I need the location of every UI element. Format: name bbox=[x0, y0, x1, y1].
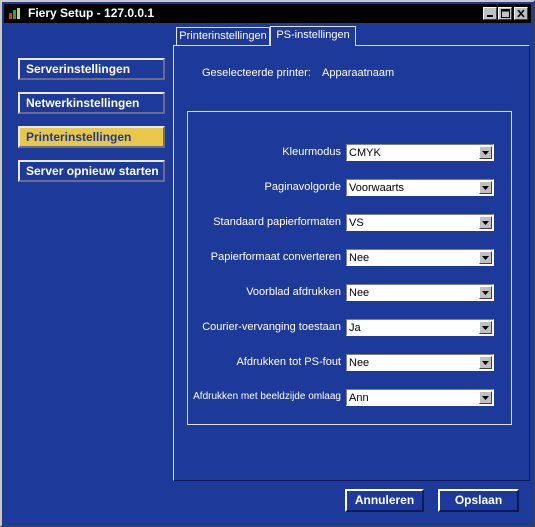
dropdown-arrow-icon[interactable] bbox=[479, 251, 492, 264]
afdrukken-tot-ps-fout-label: Afdrukken tot PS-fout bbox=[236, 356, 341, 368]
standaard-papierformaten-value: VS bbox=[349, 217, 364, 229]
fiery-logo-icon bbox=[9, 8, 20, 19]
fiery-setup-window: Fiery Setup - 127.0.0.1 Serverinstelling… bbox=[0, 0, 535, 527]
selected-printer-label: Geselecteerde printer: bbox=[202, 67, 311, 79]
window-title: Fiery Setup - 127.0.0.1 bbox=[28, 6, 155, 20]
dropdown-arrow-icon[interactable] bbox=[479, 181, 492, 194]
minimize-icon bbox=[487, 15, 493, 17]
kleurmodus-value: CMYK bbox=[349, 147, 381, 159]
maximize-button[interactable] bbox=[498, 7, 512, 20]
close-icon bbox=[517, 9, 525, 18]
papierformaat-converteren-value: Nee bbox=[349, 252, 370, 264]
courier-vervanging-value: Ja bbox=[349, 322, 361, 334]
cancel-button[interactable]: Annuleren bbox=[345, 489, 424, 512]
afdrukken-tot-ps-fout-value: Nee bbox=[349, 357, 370, 369]
paginavolgorde-label: Paginavolgorde bbox=[264, 181, 341, 193]
standaard-papierformaten-label: Standaard papierformaten bbox=[213, 216, 341, 228]
paginavolgorde-select[interactable]: Voorwaarts bbox=[346, 179, 494, 196]
selected-printer-value: Apparaatnaam bbox=[322, 67, 395, 79]
courier-vervanging-label: Courier-vervanging toestaan bbox=[202, 321, 341, 333]
papierformaat-converteren-select[interactable]: Nee bbox=[346, 249, 494, 266]
papierformaat-converteren-label: Papierformaat converteren bbox=[210, 251, 341, 263]
dropdown-arrow-icon[interactable] bbox=[479, 146, 492, 159]
sidebar-item-netwerkinstellingen[interactable]: Netwerkinstellingen bbox=[18, 92, 165, 114]
tab-printerinstellingen[interactable]: Printerinstellingen bbox=[176, 27, 270, 45]
minimize-button[interactable] bbox=[483, 7, 497, 20]
sidebar-item-printerinstellingen[interactable]: Printerinstellingen bbox=[18, 126, 165, 148]
title-bar[interactable]: Fiery Setup - 127.0.0.1 bbox=[4, 4, 531, 23]
courier-vervanging-select[interactable]: Ja bbox=[346, 319, 494, 336]
tab-ps-instellingen[interactable]: PS-instellingen bbox=[270, 26, 356, 46]
voorblad-afdrukken-value: Nee bbox=[349, 287, 370, 299]
kleurmodus-select[interactable]: CMYK bbox=[346, 144, 494, 161]
voorblad-afdrukken-select[interactable]: Nee bbox=[346, 284, 494, 301]
beeldzijde-omlaag-select[interactable]: Ann bbox=[346, 389, 494, 406]
dropdown-arrow-icon[interactable] bbox=[479, 356, 492, 369]
voorblad-afdrukken-label: Voorblad afdrukken bbox=[246, 286, 341, 298]
dropdown-arrow-icon[interactable] bbox=[479, 286, 492, 299]
close-button[interactable] bbox=[514, 7, 528, 20]
maximize-icon bbox=[500, 9, 510, 18]
dropdown-arrow-icon[interactable] bbox=[479, 321, 492, 334]
beeldzijde-omlaag-value: Ann bbox=[349, 392, 369, 404]
dropdown-arrow-icon[interactable] bbox=[479, 391, 492, 404]
beeldzijde-omlaag-label: Afdrukken met beeldzijde omlaag bbox=[193, 391, 341, 402]
kleurmodus-label: Kleurmodus bbox=[282, 146, 341, 158]
afdrukken-tot-ps-fout-select[interactable]: Nee bbox=[346, 354, 494, 371]
sidebar-item-server-opnieuw-starten[interactable]: Server opnieuw starten bbox=[18, 160, 165, 182]
standaard-papierformaten-select[interactable]: VS bbox=[346, 214, 494, 231]
sidebar-item-serverinstellingen[interactable]: Serverinstellingen bbox=[18, 58, 165, 80]
save-button[interactable]: Opslaan bbox=[438, 489, 519, 512]
dropdown-arrow-icon[interactable] bbox=[479, 216, 492, 229]
paginavolgorde-value: Voorwaarts bbox=[349, 182, 405, 194]
